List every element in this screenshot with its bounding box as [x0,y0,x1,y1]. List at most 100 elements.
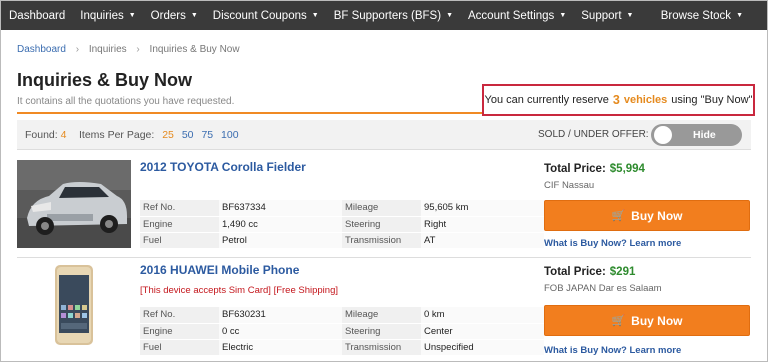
nav-browse-stock-label: Browse Stock [660,9,732,22]
breadcrumb: Dashboard › Inquiries › Inquiries & Buy … [17,44,240,55]
total-price: Total Price: $5,994 [544,163,645,175]
reserve-notice: You can currently reserve 3 vehicles usi… [482,84,755,116]
price-value: $5,994 [609,163,645,175]
per-page-option-100[interactable]: 100 [221,129,239,141]
nav-support[interactable]: Support ▼ [573,1,640,30]
toggle-label: Hide [693,129,716,141]
price-terms: CIF Nassau [544,180,595,191]
items-per-page: Items Per Page: 25 50 75 100 [79,129,239,141]
nav-bf-supporters-label: BF Supporters (BFS) [333,9,442,22]
nav-inquiries[interactable]: Inquiries ▼ [72,1,142,30]
spec-value: 1,490 cc [219,216,342,233]
sold-under-offer-label: SOLD / UNDER OFFER: [538,129,649,140]
spec-value: AT [421,232,544,249]
price-value: $291 [609,266,636,278]
spec-label: Transmission [342,232,421,249]
spec-label: Mileage [342,307,421,324]
spec-row: Engine 1,490 cc Steering Right [140,216,544,233]
spec-label: Engine [140,216,219,233]
buy-now-button[interactable]: 🛒 Buy Now [544,305,750,336]
nav-dashboard[interactable]: Dashboard [1,1,72,30]
breadcrumb-inquiries[interactable]: Inquiries [89,44,127,55]
listing-divider [17,257,751,258]
nav-account-settings-label: Account Settings [468,9,555,22]
phone-photo[interactable] [17,261,131,349]
learn-more-link[interactable]: What is Buy Now? Learn more [544,345,681,356]
spec-value: BF630231 [219,307,342,324]
spec-value: 0 cc [219,323,342,340]
spec-row: Engine 0 cc Steering Center [140,323,544,340]
spec-value: Petrol [219,232,342,249]
cart-icon: 🛒 [611,315,626,327]
reserve-prefix: You can currently reserve [484,94,609,106]
per-page-option-25[interactable]: 25 [162,129,174,141]
found-count: Found: 4 [25,129,66,141]
page-subtitle: It contains all the quotations you have … [17,96,235,107]
spec-label: Ref No. [140,200,219,217]
buy-now-label: Buy Now [631,313,683,328]
spec-value: Right [421,216,544,233]
spec-value: BF637334 [219,200,342,217]
spec-table: Ref No. BF630231 Mileage 0 km Engine 0 c… [140,307,544,356]
nav-support-label: Support [581,9,622,22]
breadcrumb-current: Inquiries & Buy Now [149,44,240,55]
spec-table: Ref No. BF637334 Mileage 95,605 km Engin… [140,200,544,249]
per-page-option-75[interactable]: 75 [201,129,213,141]
total-price: Total Price: $291 [544,266,635,278]
caret-down-icon: ▼ [446,12,453,19]
price-label: Total Price: [544,163,606,175]
nav-discount-coupons[interactable]: Discount Coupons ▼ [205,1,326,30]
caret-down-icon: ▼ [736,12,743,19]
per-page-option-50[interactable]: 50 [182,129,194,141]
spec-value: 95,605 km [421,200,544,217]
spec-value: 0 km [421,307,544,324]
price-terms: FOB JAPAN Dar es Salaam [544,283,662,294]
spec-row: Ref No. BF630231 Mileage 0 km [140,307,544,324]
spec-value: Electric [219,339,342,356]
sold-hide-toggle[interactable]: Hide [651,124,742,146]
cart-icon: 🛒 [611,210,626,222]
spec-value: Center [421,323,544,340]
breadcrumb-chevron-icon: › [136,44,140,55]
price-label: Total Price: [544,266,606,278]
spec-label: Steering [342,216,421,233]
spec-label: Ref No. [140,307,219,324]
caret-down-icon: ▼ [128,12,136,19]
spec-label: Mileage [342,200,421,217]
found-value: 4 [60,129,67,141]
spec-row: Ref No. BF637334 Mileage 95,605 km [140,200,544,217]
found-label: Found: [25,129,58,141]
reserve-count: 3 [612,93,620,107]
car-photo[interactable] [17,160,131,248]
spec-label: Steering [342,323,421,340]
caret-down-icon: ▼ [311,12,319,19]
filter-bar: Found: 4 Items Per Page: 25 50 75 100 SO… [17,120,751,150]
listing-title[interactable]: 2016 HUAWEI Mobile Phone [140,263,299,277]
nav-discount-coupons-label: Discount Coupons [212,9,307,22]
learn-more-link[interactable]: What is Buy Now? Learn more [544,238,681,249]
nav-browse-stock[interactable]: Browse Stock ▼ [653,1,767,30]
main-content: Dashboard › Inquiries › Inquiries & Buy … [1,30,767,361]
caret-down-icon: ▼ [626,12,634,19]
nav-dashboard-label: Dashboard [9,9,66,22]
toggle-knob [654,126,672,144]
buy-now-label: Buy Now [631,208,683,223]
per-page-label: Items Per Page: [79,129,155,141]
breadcrumb-chevron-icon: › [75,44,80,55]
spec-value: Unspecified [421,339,544,356]
nav-account-settings[interactable]: Account Settings ▼ [460,1,573,30]
page-title: Inquiries & Buy Now [17,70,193,90]
spec-label: Engine [140,323,219,340]
reserve-suffix: using "Buy Now" [671,94,753,106]
breadcrumb-dashboard[interactable]: Dashboard [17,44,66,55]
listing-title[interactable]: 2012 TOYOTA Corolla Fielder [140,160,306,174]
nav-orders[interactable]: Orders ▼ [143,1,205,30]
buy-now-button[interactable]: 🛒 Buy Now [544,200,750,231]
spec-row: Fuel Petrol Transmission AT [140,232,544,249]
nav-bf-supporters[interactable]: BF Supporters (BFS) ▼ [326,1,460,30]
spec-label: Fuel [140,232,219,249]
spec-label: Transmission [342,339,421,356]
nav-inquiries-label: Inquiries [80,9,124,22]
caret-down-icon: ▼ [559,12,567,19]
top-nav: Dashboard Inquiries ▼ Orders ▼ Discount Co… [1,1,767,30]
